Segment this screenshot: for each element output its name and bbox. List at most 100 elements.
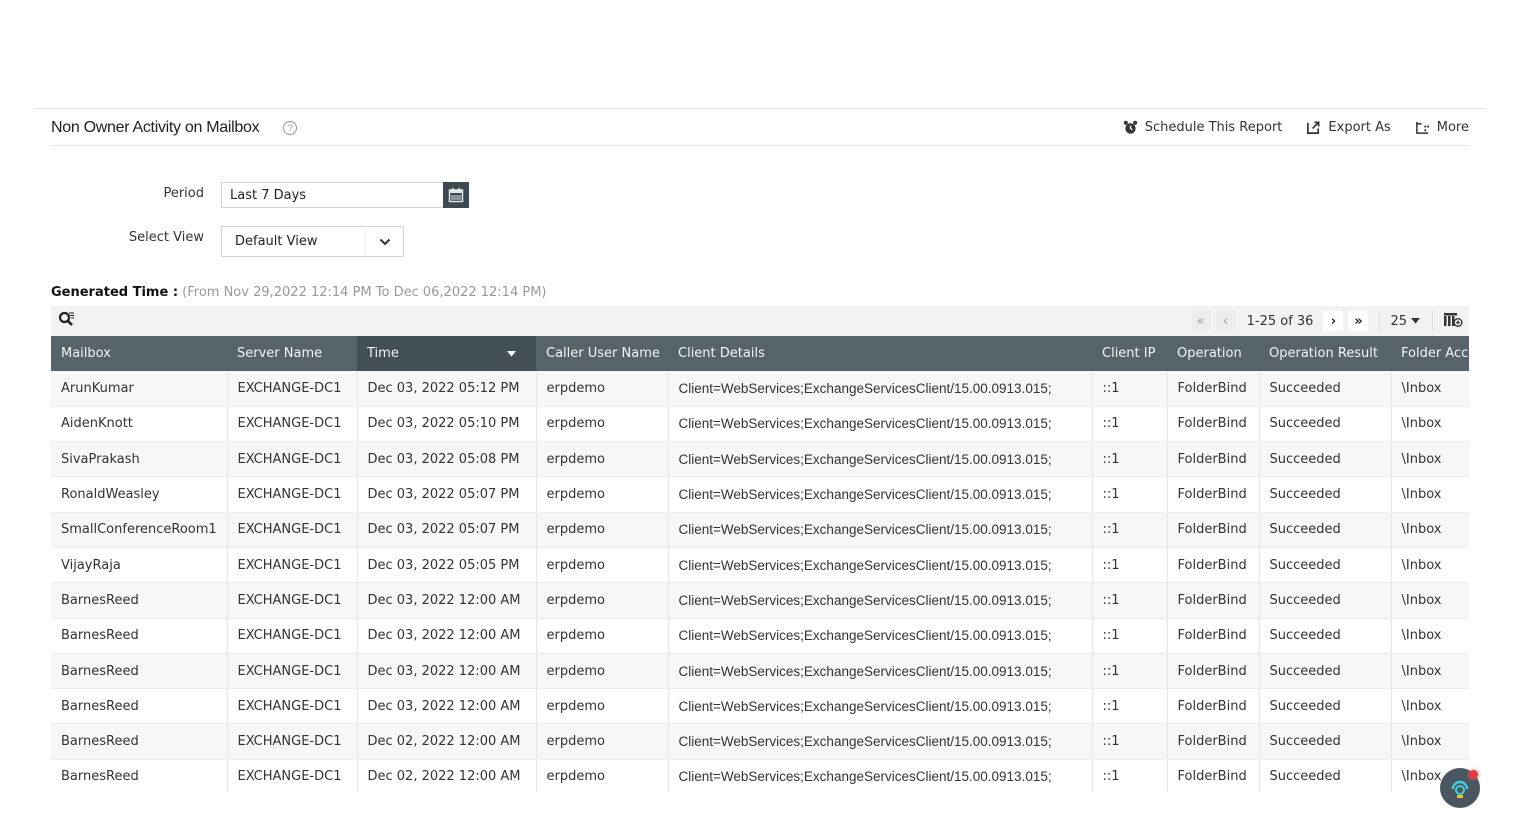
- table-row[interactable]: BarnesReed EXCHANGE-DC1 Dec 03, 2022 12:00…: [51, 653, 1469, 690]
- cell-time: Dec 03, 2022 12:00 AM: [357, 582, 537, 619]
- select-view-value: Default View: [235, 234, 318, 249]
- cell-client-ip: ::1: [1092, 512, 1168, 548]
- cell-client-ip: ::1: [1092, 371, 1168, 407]
- cell-operation-result: Succeeded: [1259, 759, 1392, 792]
- table-row[interactable]: BarnesReed EXCHANGE-DC1 Dec 02, 2022 12:00…: [51, 759, 1469, 792]
- search-filter-icon[interactable]: [58, 311, 75, 331]
- generated-time-range: (From Nov 29,2022 12:14 PM To Dec 06,202…: [182, 285, 547, 300]
- page-size-select[interactable]: 25: [1390, 314, 1420, 329]
- cell-caller-user-name: erpdemo: [536, 406, 669, 443]
- generated-time-label: Generated Time :: [51, 285, 179, 300]
- period-label: Period: [163, 185, 204, 201]
- cell-mailbox: RonaldWeasley: [51, 476, 228, 513]
- table-row[interactable]: BarnesReed EXCHANGE-DC1 Dec 02, 2022 12:00…: [51, 723, 1469, 760]
- next-page-button[interactable]: ›: [1323, 311, 1344, 331]
- generated-time: Generated Time : (From Nov 29,2022 12:14…: [51, 285, 546, 300]
- column-header-mailbox[interactable]: Mailbox: [51, 336, 227, 371]
- column-header-time[interactable]: Time: [357, 336, 536, 371]
- table-row[interactable]: AidenKnott EXCHANGE-DC1 Dec 03, 2022 05:10…: [51, 406, 1469, 443]
- column-header-time-label: Time: [367, 346, 399, 361]
- cell-time: Dec 03, 2022 05:10 PM: [357, 406, 537, 443]
- period-input[interactable]: Last 7 Days: [221, 182, 443, 208]
- cell-time: Dec 02, 2022 12:00 AM: [357, 723, 537, 760]
- period-filter: Period Last 7 Days: [51, 182, 469, 208]
- cell-client-details: Client=WebServices;ExchangeServicesClien…: [668, 547, 1093, 584]
- cell-client-details: Client=WebServices;ExchangeServicesClien…: [668, 406, 1093, 443]
- column-header-caller-user-name[interactable]: Caller User Name: [536, 336, 668, 371]
- calendar-button[interactable]: [443, 182, 469, 208]
- report-actions: Schedule This Report Export As More: [1123, 120, 1469, 135]
- column-header-operation-result[interactable]: Operation Result: [1259, 336, 1391, 371]
- table-row[interactable]: BarnesReed EXCHANGE-DC1 Dec 03, 2022 12:00…: [51, 618, 1469, 654]
- pagination: « ‹ 1-25 of 36 › » 25: [1190, 311, 1469, 331]
- cell-operation-result: Succeeded: [1259, 582, 1392, 619]
- cell-operation-result: Succeeded: [1259, 371, 1392, 407]
- cell-client-details: Client=WebServices;ExchangeServicesClien…: [668, 653, 1093, 690]
- schedule-report-button[interactable]: Schedule This Report: [1123, 120, 1283, 135]
- cell-client-details: Client=WebServices;ExchangeServicesClien…: [668, 618, 1093, 654]
- cell-time: Dec 03, 2022 12:00 AM: [357, 653, 537, 690]
- first-page-button[interactable]: «: [1190, 311, 1211, 331]
- cell-mailbox: ArunKumar: [51, 371, 228, 407]
- cell-mailbox: VijayRaja: [51, 547, 228, 584]
- support-chat-button[interactable]: [1440, 768, 1480, 808]
- export-as-button[interactable]: Export As: [1306, 120, 1391, 135]
- prev-page-button[interactable]: ‹: [1215, 311, 1236, 331]
- alarm-clock-icon: [1123, 120, 1137, 134]
- cell-client-ip: ::1: [1092, 547, 1168, 584]
- cell-folder-accessed: \Inbox: [1391, 582, 1469, 619]
- page-size-value: 25: [1390, 313, 1407, 329]
- table-row[interactable]: SmallConferenceRoom1 EXCHANGE-DC1 Dec 03, …: [51, 512, 1469, 548]
- cell-folder-accessed: \Inbox: [1391, 441, 1469, 478]
- table-row[interactable]: RonaldWeasley EXCHANGE-DC1 Dec 03, 2022 05…: [51, 476, 1469, 513]
- column-header-folder-accessed[interactable]: Folder Accessed: [1391, 336, 1469, 371]
- sort-desc-icon: [507, 350, 516, 356]
- cell-operation-result: Succeeded: [1259, 406, 1392, 443]
- cell-server-name: EXCHANGE-DC1: [227, 371, 358, 407]
- cell-operation: FolderBind: [1167, 441, 1260, 478]
- more-icon: [1415, 121, 1429, 134]
- table-row[interactable]: BarnesReed EXCHANGE-DC1 Dec 03, 2022 12:00…: [51, 688, 1469, 725]
- question-circle-icon[interactable]: ?: [283, 120, 298, 135]
- cell-server-name: EXCHANGE-DC1: [227, 476, 358, 513]
- cell-folder-accessed: \Inbox: [1391, 653, 1469, 690]
- cell-time: Dec 03, 2022 05:12 PM: [357, 371, 537, 407]
- cell-folder-accessed: \Inbox: [1391, 512, 1469, 548]
- cell-client-details: Client=WebServices;ExchangeServicesClien…: [668, 441, 1093, 478]
- column-header-client-details[interactable]: Client Details: [668, 336, 1092, 371]
- activity-table: Mailbox Server Name Time Caller User Nam…: [51, 336, 1469, 792]
- cell-operation-result: Succeeded: [1259, 653, 1392, 690]
- column-header-server-name[interactable]: Server Name: [227, 336, 357, 371]
- select-view-label: Select View: [128, 230, 204, 245]
- column-header-operation[interactable]: Operation: [1167, 336, 1259, 371]
- cell-time: Dec 03, 2022 05:07 PM: [357, 512, 537, 548]
- cell-folder-accessed: \Inbox: [1391, 476, 1469, 513]
- cell-time: Dec 02, 2022 12:00 AM: [357, 759, 537, 792]
- column-chooser-icon[interactable]: [1443, 311, 1463, 331]
- table-row[interactable]: ArunKumar EXCHANGE-DC1 Dec 03, 2022 05:12 …: [51, 371, 1469, 407]
- cell-operation: FolderBind: [1167, 406, 1260, 443]
- more-label: More: [1436, 120, 1469, 135]
- cell-mailbox: BarnesReed: [51, 688, 228, 725]
- cell-time: Dec 03, 2022 12:00 AM: [357, 618, 537, 654]
- cell-server-name: EXCHANGE-DC1: [227, 759, 358, 792]
- cell-client-details: Client=WebServices;ExchangeServicesClien…: [668, 759, 1093, 792]
- cell-mailbox: BarnesReed: [51, 653, 228, 690]
- select-view-dropdown[interactable]: Default View: [221, 226, 404, 257]
- view-filter: Select View Default View: [51, 226, 404, 257]
- cell-operation: FolderBind: [1167, 476, 1260, 513]
- table-row[interactable]: VijayRaja EXCHANGE-DC1 Dec 03, 2022 05:05 …: [51, 547, 1469, 584]
- table-row[interactable]: BarnesReed EXCHANGE-DC1 Dec 03, 2022 12:00…: [51, 582, 1469, 619]
- last-page-button[interactable]: »: [1348, 311, 1369, 331]
- more-button[interactable]: More: [1415, 120, 1469, 135]
- top-divider: [34, 108, 1486, 109]
- table-header-row: Mailbox Server Name Time Caller User Nam…: [51, 336, 1469, 371]
- schedule-report-label: Schedule This Report: [1144, 120, 1283, 135]
- cell-caller-user-name: erpdemo: [536, 582, 669, 619]
- cell-operation: FolderBind: [1167, 723, 1260, 760]
- cell-operation-result: Succeeded: [1259, 688, 1392, 725]
- table-row[interactable]: SivaPrakash EXCHANGE-DC1 Dec 03, 2022 05:0…: [51, 441, 1469, 478]
- cell-client-ip: ::1: [1092, 406, 1168, 443]
- cell-client-ip: ::1: [1092, 441, 1168, 478]
- column-header-client-ip[interactable]: Client IP: [1092, 336, 1167, 371]
